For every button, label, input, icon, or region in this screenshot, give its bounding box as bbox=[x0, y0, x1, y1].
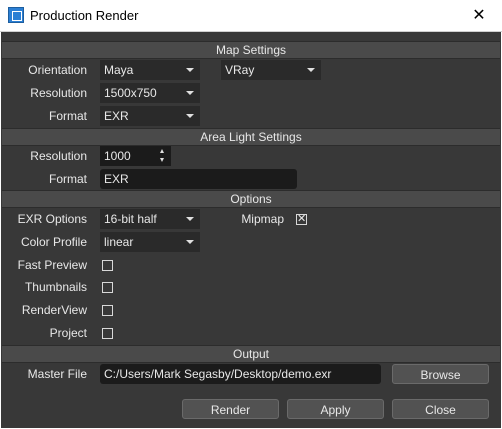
chevron-down-icon bbox=[186, 217, 194, 221]
renderer-value: VRay bbox=[225, 63, 255, 77]
map-format-dropdown[interactable]: EXR bbox=[100, 106, 200, 126]
map-format-value: EXR bbox=[104, 109, 129, 123]
orientation-dropdown[interactable]: Maya bbox=[100, 60, 200, 80]
map-format-label: Format bbox=[48, 109, 87, 123]
renderview-label: RenderView bbox=[21, 303, 87, 317]
window-close-button[interactable]: ✕ bbox=[456, 0, 502, 31]
fast-preview-checkbox[interactable] bbox=[102, 260, 113, 271]
section-options: Options bbox=[2, 190, 500, 208]
spin-down-icon[interactable] bbox=[160, 158, 164, 162]
project-checkbox[interactable] bbox=[102, 328, 113, 339]
chevron-down-icon bbox=[307, 68, 315, 72]
color-profile-dropdown[interactable]: linear bbox=[100, 232, 200, 252]
map-resolution-dropdown[interactable]: 1500x750 bbox=[100, 83, 200, 103]
orientation-value: Maya bbox=[104, 63, 134, 77]
chevron-down-icon bbox=[186, 91, 194, 95]
app-icon bbox=[8, 7, 24, 23]
section-map-settings: Map Settings bbox=[2, 41, 500, 59]
master-file-field[interactable]: C:/Users/Mark Segasby/Desktop/demo.exr bbox=[100, 364, 381, 384]
chevron-down-icon bbox=[186, 114, 194, 118]
render-button[interactable]: Render bbox=[182, 399, 279, 419]
fast-preview-label: Fast Preview bbox=[17, 258, 87, 272]
section-output: Output bbox=[2, 345, 500, 363]
orientation-label: Orientation bbox=[28, 63, 87, 77]
spin-up-icon[interactable] bbox=[160, 149, 164, 153]
thumbnails-label: Thumbnails bbox=[24, 280, 87, 294]
dialog-body: Map Settings Orientation Maya VRay Resol… bbox=[1, 32, 501, 428]
mipmap-label: Mipmap bbox=[241, 212, 284, 226]
color-profile-value: linear bbox=[104, 235, 134, 249]
map-resolution-label: Resolution bbox=[30, 86, 87, 100]
close-button[interactable]: Close bbox=[392, 399, 489, 419]
map-resolution-value: 1500x750 bbox=[104, 86, 157, 100]
exr-options-dropdown[interactable]: 16-bit half bbox=[100, 209, 200, 229]
section-area-light-settings: Area Light Settings bbox=[2, 128, 500, 146]
mipmap-checkbox[interactable]: ✕ bbox=[296, 214, 307, 225]
chevron-down-icon bbox=[186, 68, 194, 72]
area-light-resolution-value: 1000 bbox=[104, 149, 131, 163]
window-title: Production Render bbox=[30, 8, 139, 23]
renderview-checkbox[interactable] bbox=[102, 305, 113, 316]
chevron-down-icon bbox=[186, 240, 194, 244]
renderer-dropdown[interactable]: VRay bbox=[221, 60, 321, 80]
title-bar: Production Render ✕ bbox=[0, 0, 502, 32]
area-light-resolution-spinbox[interactable]: 1000 bbox=[100, 146, 171, 166]
project-label: Project bbox=[49, 326, 87, 340]
exr-options-label: EXR Options bbox=[17, 212, 87, 226]
browse-button[interactable]: Browse bbox=[392, 364, 489, 384]
area-light-format-field[interactable]: EXR bbox=[100, 169, 297, 189]
apply-button[interactable]: Apply bbox=[287, 399, 384, 419]
exr-options-value: 16-bit half bbox=[104, 212, 157, 226]
area-light-format-label: Format bbox=[48, 172, 87, 186]
thumbnails-checkbox[interactable] bbox=[102, 282, 113, 293]
color-profile-label: Color Profile bbox=[20, 235, 87, 249]
master-file-label: Master File bbox=[27, 367, 87, 381]
area-light-resolution-label: Resolution bbox=[30, 149, 87, 163]
